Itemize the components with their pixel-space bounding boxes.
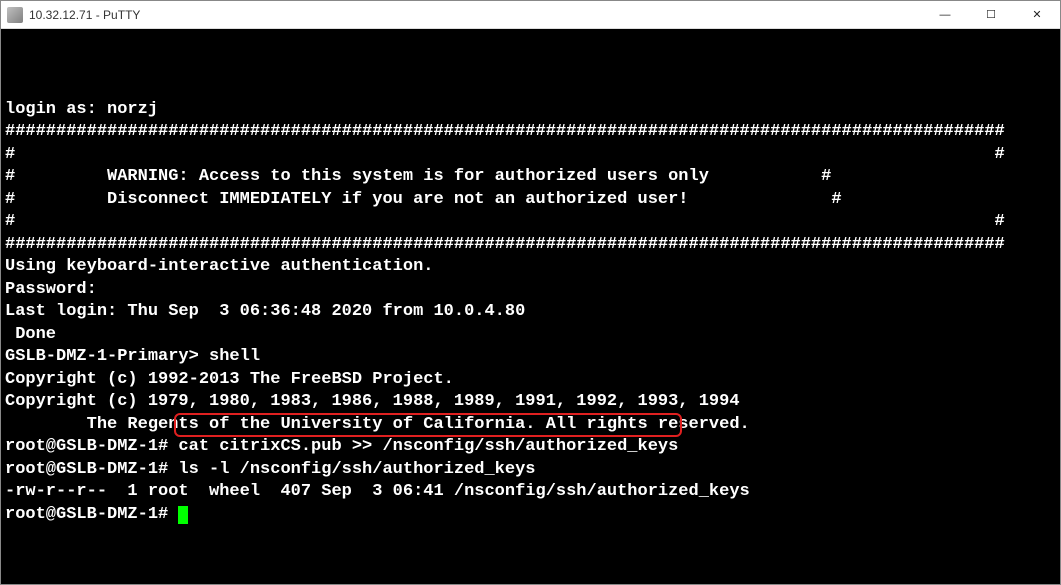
terminal-line: root@GSLB-DMZ-1#: [5, 504, 1056, 527]
terminal-line: Copyright (c) 1992-2013 The FreeBSD Proj…: [5, 369, 1056, 392]
terminal-line: # Disconnect IMMEDIATELY if you are not …: [5, 189, 1056, 212]
putty-window: 10.32.12.71 - PuTTY — ☐ ✕ login as: norz…: [0, 0, 1061, 585]
terminal-line: ########################################…: [5, 234, 1056, 257]
window-controls: — ☐ ✕: [922, 1, 1060, 28]
terminal-line: login as: norzj: [5, 99, 1056, 122]
terminal-line: root@GSLB-DMZ-1# cat citrixCS.pub >> /ns…: [5, 436, 1056, 459]
titlebar[interactable]: 10.32.12.71 - PuTTY — ☐ ✕: [1, 1, 1060, 29]
terminal-line: -rw-r--r-- 1 root wheel 407 Sep 3 06:41 …: [5, 481, 1056, 504]
maximize-button[interactable]: ☐: [968, 1, 1014, 28]
terminal-line: Password:: [5, 279, 1056, 302]
close-button[interactable]: ✕: [1014, 1, 1060, 28]
terminal-line: The Regents of the University of Califor…: [5, 414, 1056, 437]
terminal-line: ########################################…: [5, 121, 1056, 144]
terminal-line: Done: [5, 324, 1056, 347]
terminal-line: # WARNING: Access to this system is for …: [5, 166, 1056, 189]
terminal-line: GSLB-DMZ-1-Primary> shell: [5, 346, 1056, 369]
terminal-line: # #: [5, 144, 1056, 167]
terminal-cursor: [178, 506, 188, 524]
terminal-area[interactable]: login as: norzj#########################…: [1, 29, 1060, 584]
terminal-line: Using keyboard-interactive authenticatio…: [5, 256, 1056, 279]
terminal-line: Last login: Thu Sep 3 06:36:48 2020 from…: [5, 301, 1056, 324]
terminal-line: root@GSLB-DMZ-1# ls -l /nsconfig/ssh/aut…: [5, 459, 1056, 482]
terminal-line: # #: [5, 211, 1056, 234]
window-title: 10.32.12.71 - PuTTY: [29, 8, 140, 22]
terminal-line: Copyright (c) 1979, 1980, 1983, 1986, 19…: [5, 391, 1056, 414]
putty-icon: [7, 7, 23, 23]
minimize-button[interactable]: —: [922, 1, 968, 28]
